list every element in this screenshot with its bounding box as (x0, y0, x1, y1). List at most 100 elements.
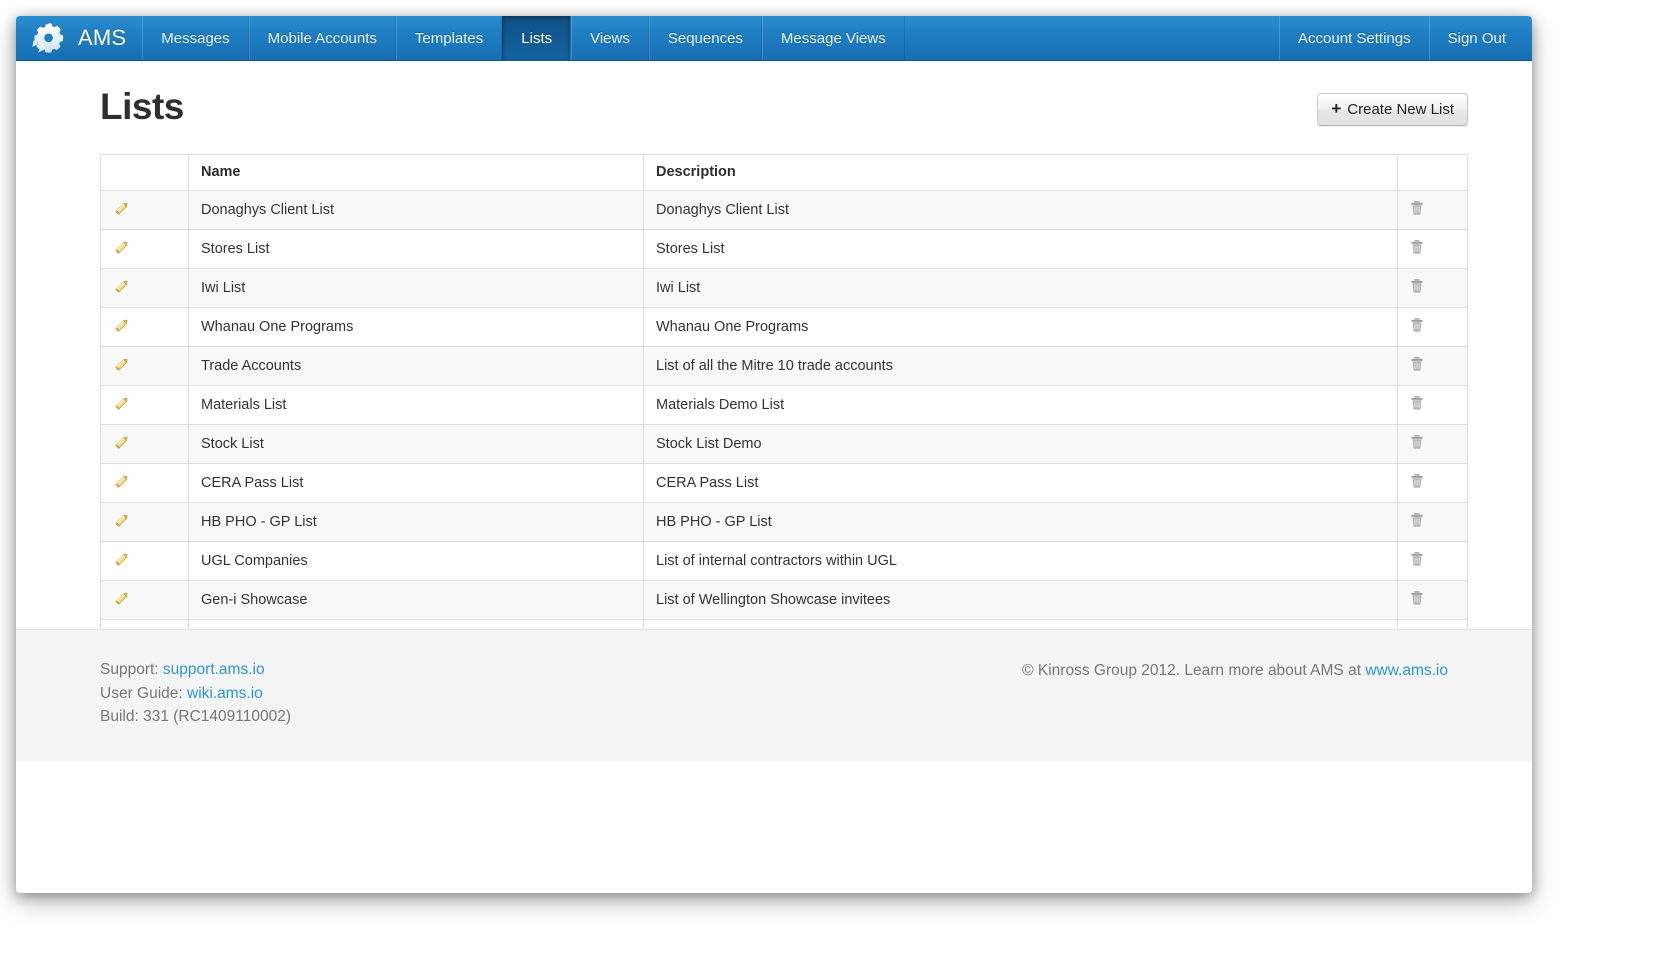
page-header: Lists + Create New List (16, 61, 1532, 128)
description-cell: Donaghys Client List (644, 190, 1398, 229)
footer-user-guide-line: User Guide: wiki.ams.io (100, 682, 291, 706)
brand-label: AMS (78, 25, 126, 51)
nav-item-messages[interactable]: Messages (142, 16, 248, 60)
nav-item-account-settings[interactable]: Account Settings (1279, 16, 1429, 60)
table-header-row: Name Description (101, 154, 1468, 190)
nav-item-label: Lists (521, 30, 552, 47)
support-link[interactable]: support.ams.io (163, 661, 265, 678)
table-row: Whanau One ProgramsWhanau One Programs (101, 307, 1468, 346)
footer-right: © Kinross Group 2012. Learn more about A… (1022, 658, 1448, 761)
nav-item-mobile-accounts[interactable]: Mobile Accounts (249, 16, 396, 60)
trash-icon[interactable] (1410, 399, 1424, 415)
brand-logo-link[interactable]: AMS (16, 16, 142, 60)
description-cell: Stores List (644, 229, 1398, 268)
pencil-icon[interactable] (113, 478, 131, 494)
delete-cell (1398, 268, 1468, 307)
description-cell: Materials Demo List (644, 385, 1398, 424)
pencil-icon[interactable] (113, 244, 131, 260)
footer-build-info: Build: 331 (RC1409110002) (100, 705, 291, 729)
pencil-icon[interactable] (113, 205, 131, 221)
main-content: Lists + Create New List Name Description… (16, 61, 1532, 761)
name-cell: Stock List (189, 424, 644, 463)
trash-icon[interactable] (1410, 282, 1424, 298)
table-head: Name Description (101, 154, 1468, 190)
trash-icon[interactable] (1410, 516, 1424, 532)
delete-cell (1398, 502, 1468, 541)
footer-support-line: Support: support.ams.io (100, 658, 291, 682)
name-cell: Materials List (189, 385, 644, 424)
delete-cell (1398, 424, 1468, 463)
column-header-delete (1398, 154, 1468, 190)
trash-icon[interactable] (1410, 321, 1424, 337)
table-row: HB PHO - GP ListHB PHO - GP List (101, 502, 1468, 541)
name-cell: Donaghys Client List (189, 190, 644, 229)
create-new-list-label: Create New List (1347, 101, 1454, 118)
table-row: Stores ListStores List (101, 229, 1468, 268)
description-cell: CERA Pass List (644, 463, 1398, 502)
delete-cell (1398, 541, 1468, 580)
pencil-icon[interactable] (113, 595, 131, 611)
top-navigation-bar: AMS Messages Mobile Accounts Templates L… (16, 16, 1532, 61)
trash-icon[interactable] (1410, 360, 1424, 376)
pencil-icon[interactable] (113, 283, 131, 299)
create-new-list-button[interactable]: + Create New List (1317, 93, 1468, 126)
nav-item-message-views[interactable]: Message Views (762, 16, 905, 60)
lists-table-container: Name Description Donaghys Client ListDon… (16, 128, 1532, 698)
name-cell: CERA Pass List (189, 463, 644, 502)
edit-cell (101, 502, 189, 541)
description-cell: List of all the Mitre 10 trade accounts (644, 346, 1398, 385)
gear-speech-bubble-icon (32, 21, 66, 55)
delete-cell (1398, 307, 1468, 346)
description-cell: List of internal contractors within UGL (644, 541, 1398, 580)
name-cell: Trade Accounts (189, 346, 644, 385)
trash-icon[interactable] (1410, 477, 1424, 493)
footer-support-label: Support: (100, 661, 159, 678)
nav-item-label: Sequences (668, 30, 743, 47)
edit-cell (101, 307, 189, 346)
pencil-icon[interactable] (113, 439, 131, 455)
nav-item-label: Sign Out (1448, 30, 1506, 47)
delete-cell (1398, 346, 1468, 385)
edit-cell (101, 268, 189, 307)
nav-item-sequences[interactable]: Sequences (649, 16, 762, 60)
nav-item-templates[interactable]: Templates (396, 16, 502, 60)
description-cell: Iwi List (644, 268, 1398, 307)
table-row: Gen-i ShowcaseList of Wellington Showcas… (101, 580, 1468, 619)
user-guide-link[interactable]: wiki.ams.io (187, 685, 263, 702)
nav-item-views[interactable]: Views (571, 16, 649, 60)
table-row: Donaghys Client ListDonaghys Client List (101, 190, 1468, 229)
column-header-name: Name (189, 154, 644, 190)
delete-cell (1398, 190, 1468, 229)
pencil-icon[interactable] (113, 517, 131, 533)
pencil-icon[interactable] (113, 400, 131, 416)
pencil-icon[interactable] (113, 361, 131, 377)
edit-cell (101, 346, 189, 385)
nav-right-group: Account Settings Sign Out (1279, 16, 1532, 60)
name-cell: HB PHO - GP List (189, 502, 644, 541)
nav-item-label: Views (590, 30, 630, 47)
trash-icon[interactable] (1410, 438, 1424, 454)
delete-cell (1398, 580, 1468, 619)
footer-left: Support: support.ams.io User Guide: wiki… (100, 658, 291, 761)
pencil-icon[interactable] (113, 322, 131, 338)
pencil-icon[interactable] (113, 556, 131, 572)
trash-icon[interactable] (1410, 594, 1424, 610)
delete-cell (1398, 385, 1468, 424)
trash-icon[interactable] (1410, 204, 1424, 220)
edit-cell (101, 541, 189, 580)
column-header-edit (101, 154, 189, 190)
trash-icon[interactable] (1410, 555, 1424, 571)
nav-item-label: Templates (415, 30, 483, 47)
ams-site-link[interactable]: www.ams.io (1365, 662, 1448, 679)
nav-left-group: AMS Messages Mobile Accounts Templates L… (16, 16, 905, 60)
lists-table: Name Description Donaghys Client ListDon… (100, 154, 1468, 698)
nav-item-lists[interactable]: Lists (502, 16, 571, 60)
plus-icon: + (1331, 100, 1341, 117)
description-cell: Stock List Demo (644, 424, 1398, 463)
footer-copyright: © Kinross Group 2012. Learn more about A… (1022, 662, 1361, 679)
edit-cell (101, 385, 189, 424)
nav-item-sign-out[interactable]: Sign Out (1429, 16, 1532, 60)
table-row: CERA Pass ListCERA Pass List (101, 463, 1468, 502)
trash-icon[interactable] (1410, 243, 1424, 259)
nav-item-label: Message Views (781, 30, 886, 47)
